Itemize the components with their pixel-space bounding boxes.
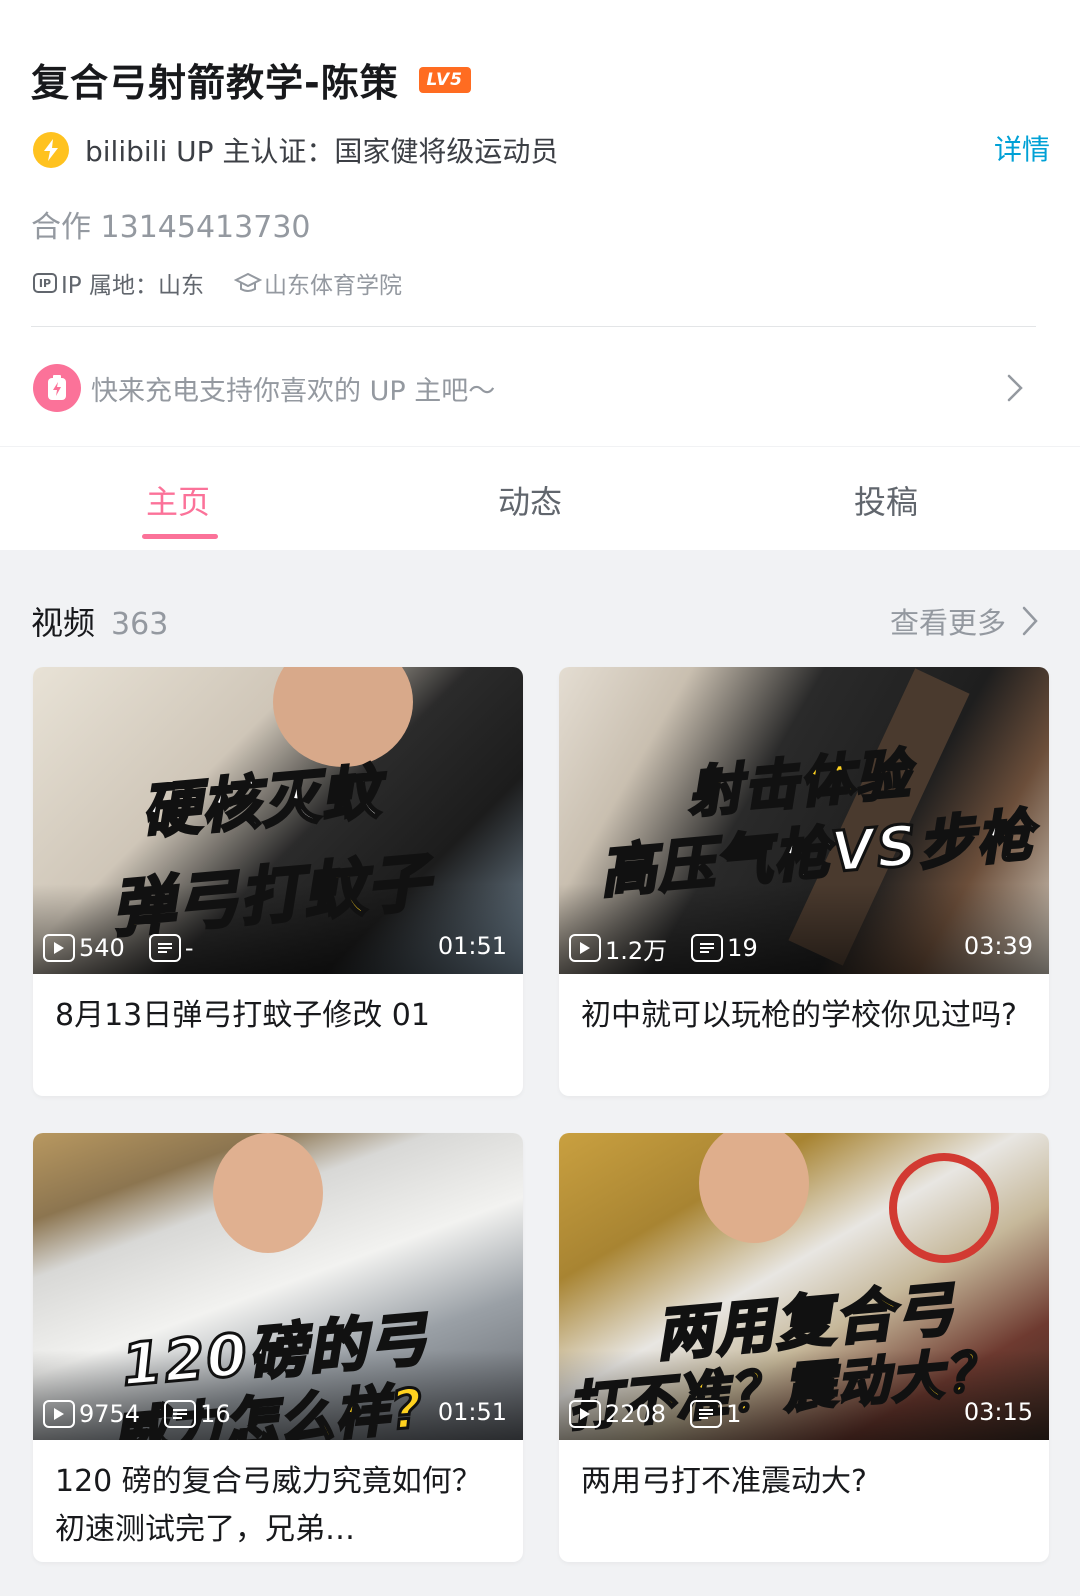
- profile-header: 复合弓射箭教学-陈策 LV5 bilibili UP 主认证：国家健将级运动员 …: [0, 0, 1080, 446]
- play-icon: [569, 934, 601, 962]
- danmaku-icon: [690, 1400, 723, 1428]
- video-card[interactable]: 两用复合弓 打不准？震动大？ 2208 1 03:15 两用弓打不准震动大?: [559, 1133, 1049, 1562]
- video-duration: 03:39: [963, 932, 1033, 960]
- danmaku-icon: [148, 934, 181, 962]
- view-more-label: 查看更多: [889, 606, 1006, 640]
- view-more-button[interactable]: 查看更多: [890, 600, 1040, 642]
- video-duration: 03:15: [963, 1398, 1033, 1426]
- verification-text: bilibili UP 主认证：国家健将级运动员: [85, 135, 559, 168]
- tab-uploads[interactable]: 投稿: [826, 477, 946, 523]
- danmaku-count: 1: [726, 1400, 742, 1428]
- chevron-right-icon: [1007, 374, 1023, 402]
- play-icon: [43, 934, 75, 962]
- videos-section-header: 视频 363: [31, 598, 168, 644]
- video-duration: 01:51: [437, 932, 507, 960]
- ip-icon: IP: [33, 273, 57, 293]
- charge-prompt: 快来充电支持你喜欢的 UP 主吧～: [91, 375, 496, 407]
- location-row: IP IP 属地：山东 山东体育学院: [33, 266, 402, 300]
- video-thumbnail[interactable]: 硬核灭蚊 弹弓打蚊子 540 - 01:51: [33, 667, 523, 974]
- channel-name: 复合弓射箭教学-陈策: [31, 61, 399, 105]
- view-count: 2208: [605, 1400, 667, 1428]
- video-card[interactable]: 射击体验 高压气枪VS步枪 1.2万 19 03:39 初中就可以玩枪的学校你见…: [559, 667, 1049, 1096]
- verification-row: bilibili UP 主认证：国家健将级运动员: [33, 130, 558, 170]
- tab-dynamics[interactable]: 动态: [470, 477, 590, 523]
- school-tag[interactable]: 山东体育学院: [233, 266, 402, 300]
- divider: [31, 326, 1036, 327]
- section-title: 视频: [31, 604, 96, 642]
- view-count: 1.2万: [605, 936, 668, 965]
- cooperation-contact: 合作 13145413730: [31, 210, 311, 245]
- video-card[interactable]: 120磅的弓 威力怎么样? 9754 16 01:51 120 磅的复合弓威力究…: [33, 1133, 523, 1562]
- view-count: 9754: [79, 1400, 141, 1428]
- charge-banner[interactable]: 快来充电支持你喜欢的 UP 主吧～: [33, 364, 1033, 412]
- active-tab-indicator: [142, 534, 218, 539]
- ip-location: IP 属地：山东: [61, 273, 204, 299]
- video-title[interactable]: 120 磅的复合弓威力究竟如何？初速测试完了，兄弟…: [33, 1440, 523, 1562]
- details-link[interactable]: 详情: [994, 128, 1050, 168]
- level-badge: LV5: [418, 66, 471, 93]
- play-icon: [43, 1400, 75, 1428]
- lightning-icon: [33, 132, 69, 168]
- video-count: 363: [111, 607, 169, 642]
- video-card[interactable]: 硬核灭蚊 弹弓打蚊子 540 - 01:51 8月13日弹弓打蚊子修改 01: [33, 667, 523, 1096]
- battery-bolt-icon: [33, 364, 81, 412]
- graduation-cap-icon: [233, 272, 262, 292]
- chevron-right-icon: [1022, 606, 1038, 636]
- video-thumbnail[interactable]: 射击体验 高压气枪VS步枪 1.2万 19 03:39: [559, 667, 1049, 974]
- tab-home[interactable]: 主页: [118, 477, 238, 523]
- danmaku-icon: [164, 1400, 197, 1428]
- video-thumbnail[interactable]: 120磅的弓 威力怎么样? 9754 16 01:51: [33, 1133, 523, 1440]
- school-name: 山东体育学院: [263, 273, 402, 299]
- danmaku-count: -: [184, 934, 194, 962]
- video-title[interactable]: 初中就可以玩枪的学校你见过吗?: [559, 974, 1049, 1096]
- name-row: 复合弓射箭教学-陈策 LV5: [31, 52, 471, 107]
- video-title[interactable]: 8月13日弹弓打蚊子修改 01: [33, 974, 523, 1096]
- danmaku-icon: [691, 934, 724, 962]
- danmaku-count: 19: [727, 934, 758, 962]
- danmaku-count: 16: [200, 1400, 231, 1428]
- video-duration: 01:51: [437, 1398, 507, 1426]
- video-title[interactable]: 两用弓打不准震动大?: [559, 1440, 1049, 1562]
- play-icon: [569, 1400, 601, 1428]
- view-count: 540: [79, 934, 125, 962]
- video-thumbnail[interactable]: 两用复合弓 打不准？震动大？ 2208 1 03:15: [559, 1133, 1049, 1440]
